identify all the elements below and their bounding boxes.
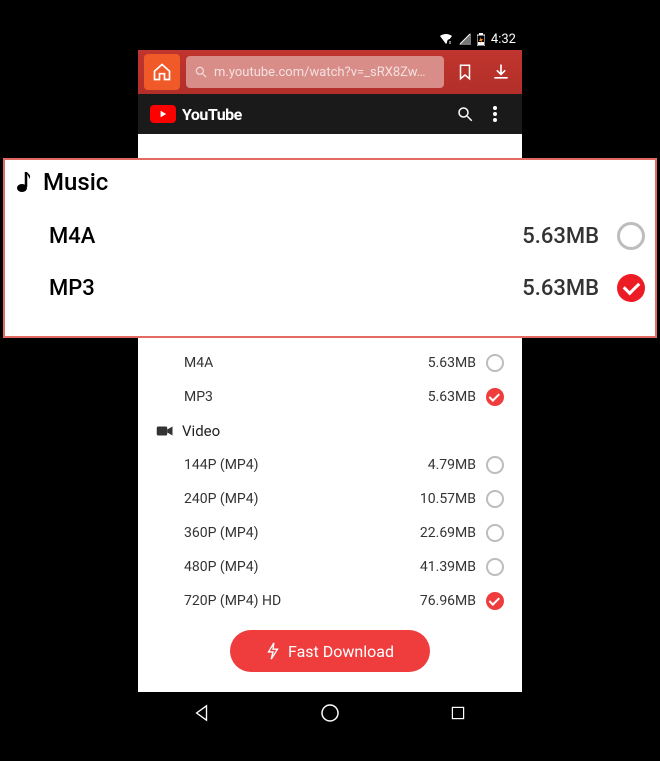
video-icon (156, 424, 174, 438)
status-bar: x 4:32 (138, 28, 522, 50)
music-note-icon (15, 170, 33, 194)
callout-title: Music (43, 168, 108, 196)
format-label: MP3 (184, 389, 213, 405)
youtube-search-button[interactable] (450, 105, 480, 123)
format-label: M4A (49, 224, 95, 249)
video-format-row[interactable]: 480P (MP4) 41.39MB (156, 550, 504, 584)
format-size: 76.96MB (420, 593, 476, 609)
radio-selected[interactable] (486, 592, 504, 610)
radio-selected[interactable] (486, 388, 504, 406)
format-label: M4A (184, 355, 213, 371)
format-label: 360P (MP4) (184, 525, 259, 541)
signal-icon (459, 33, 471, 45)
radio-unselected[interactable] (486, 524, 504, 542)
callout-row[interactable]: M4A 5.63MB (15, 210, 645, 262)
radio-unselected[interactable] (617, 222, 645, 250)
format-label: 240P (MP4) (184, 491, 259, 507)
radio-unselected[interactable] (486, 456, 504, 474)
format-label: MP3 (49, 276, 95, 301)
android-nav-bar (138, 692, 522, 734)
battery-icon (477, 33, 485, 46)
format-size: 5.63MB (522, 224, 599, 249)
status-time: 4:32 (491, 32, 516, 47)
music-format-row[interactable]: MP3 5.63MB (156, 380, 504, 414)
format-size: 22.69MB (420, 525, 476, 541)
music-callout: Music M4A 5.63MB MP3 5.63MB (3, 158, 657, 338)
home-button[interactable] (144, 54, 180, 90)
radio-selected[interactable] (617, 274, 645, 302)
bookmark-icon (456, 62, 474, 82)
nav-home-button[interactable] (310, 693, 350, 733)
video-format-row[interactable]: 360P (MP4) 22.69MB (156, 516, 504, 550)
fast-download-button[interactable]: Fast Download (230, 630, 430, 672)
format-label: 720P (MP4) HD (184, 593, 281, 609)
music-format-row[interactable]: M4A 5.63MB (156, 346, 504, 380)
phone-frame: x 4:32 m.youtube.com/watch?v=_sRX8Zw… Yo… (138, 28, 522, 734)
format-size: 4.79MB (428, 457, 476, 473)
wifi-icon: x (439, 33, 453, 45)
kebab-icon (493, 106, 497, 122)
youtube-menu-button[interactable] (480, 106, 510, 122)
format-size: 5.63MB (428, 389, 476, 405)
youtube-play-icon (150, 105, 176, 123)
triangle-back-icon (193, 704, 211, 722)
lightning-icon (266, 642, 280, 660)
video-section-header: Video (156, 414, 504, 448)
radio-unselected[interactable] (486, 354, 504, 372)
radio-unselected[interactable] (486, 490, 504, 508)
format-list: M4A 5.63MB MP3 5.63MB Video 144P (MP4) 4.… (138, 346, 522, 672)
circle-home-icon (320, 703, 340, 723)
format-size: 41.39MB (420, 559, 476, 575)
video-format-row[interactable]: 240P (MP4) 10.57MB (156, 482, 504, 516)
video-format-row[interactable]: 720P (MP4) HD 76.96MB (156, 584, 504, 618)
format-size: 10.57MB (420, 491, 476, 507)
format-size: 5.63MB (428, 355, 476, 371)
callout-row[interactable]: MP3 5.63MB (15, 262, 645, 314)
url-bar: m.youtube.com/watch?v=_sRX8Zw… (138, 50, 522, 94)
youtube-brand-text: YouTube (182, 105, 242, 124)
download-button[interactable] (486, 54, 516, 90)
youtube-logo[interactable]: YouTube (150, 105, 242, 124)
youtube-header: YouTube (138, 94, 522, 134)
format-label: 144P (MP4) (184, 457, 259, 473)
square-recent-icon (450, 705, 466, 721)
fast-download-label: Fast Download (288, 642, 394, 661)
nav-back-button[interactable] (182, 693, 222, 733)
radio-unselected[interactable] (486, 558, 504, 576)
home-icon (152, 62, 172, 82)
video-section-label: Video (182, 422, 220, 440)
nav-recent-button[interactable] (438, 693, 478, 733)
bookmark-button[interactable] (450, 54, 480, 90)
url-input[interactable]: m.youtube.com/watch?v=_sRX8Zw… (186, 56, 444, 88)
search-icon (456, 105, 474, 123)
video-format-row[interactable]: 144P (MP4) 4.79MB (156, 448, 504, 482)
format-size: 5.63MB (522, 276, 599, 301)
format-label: 480P (MP4) (184, 559, 259, 575)
callout-header: Music (15, 168, 645, 196)
search-icon (194, 65, 208, 79)
url-text: m.youtube.com/watch?v=_sRX8Zw… (214, 65, 425, 80)
download-icon (491, 62, 511, 82)
